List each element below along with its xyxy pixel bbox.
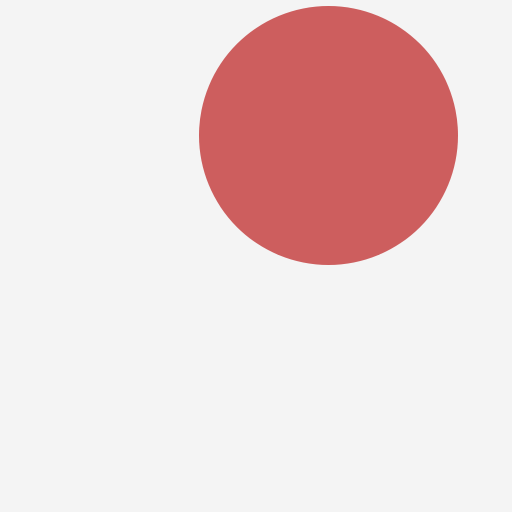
canvas: [0, 0, 512, 512]
red-circle: [199, 6, 458, 265]
